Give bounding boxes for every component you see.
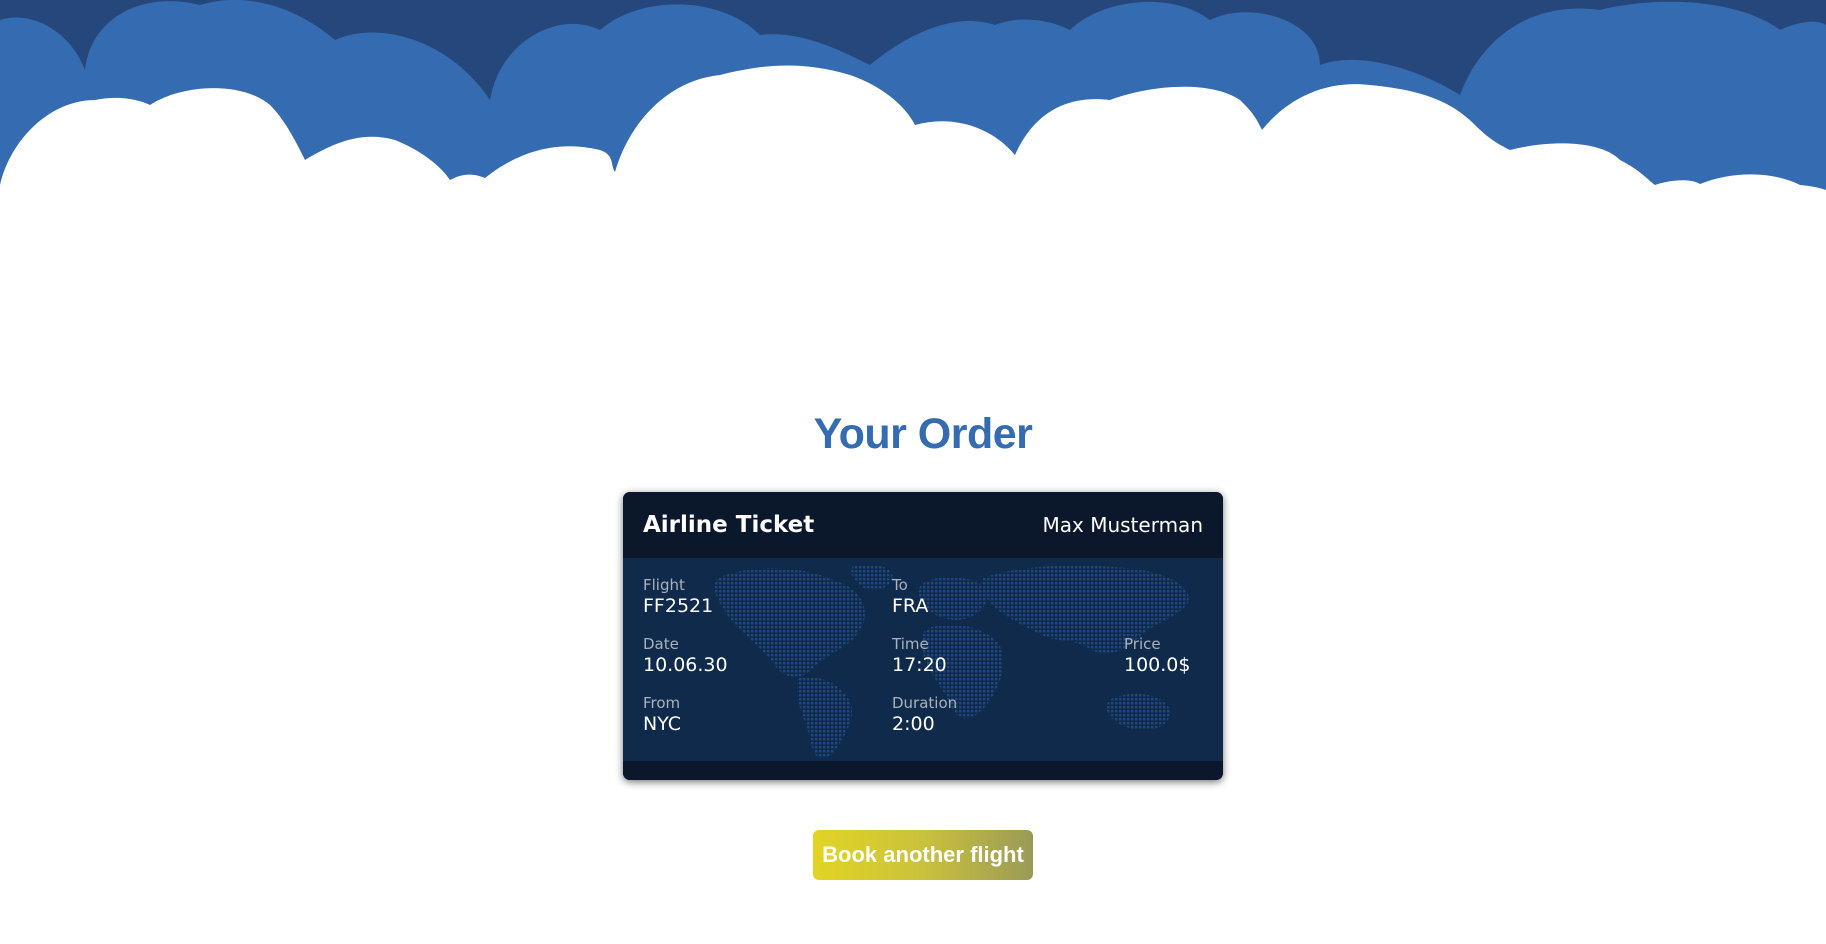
flight-value: FF2521 <box>643 595 714 617</box>
duration-field: Duration 2:00 <box>892 694 957 736</box>
from-field: From NYC <box>643 694 681 736</box>
book-another-flight-button[interactable]: Book another flight <box>813 830 1033 880</box>
date-label: Date <box>643 635 679 653</box>
duration-label: Duration <box>892 694 958 712</box>
page-title: Your Order <box>813 410 1033 458</box>
ticket-header: Airline Ticket Max Musterman <box>623 492 1223 558</box>
price-value: 100.0$ <box>1124 654 1191 676</box>
date-field: Date 10.06.30 <box>643 635 728 677</box>
from-label: From <box>643 694 681 712</box>
time-label: Time <box>892 635 929 653</box>
to-field: To FRA <box>892 576 928 618</box>
to-value: FRA <box>892 595 929 617</box>
price-field: Price 100.0$ <box>1124 635 1190 677</box>
from-value: NYC <box>643 713 682 735</box>
sky-clouds-banner <box>0 0 1826 220</box>
to-label: To <box>892 576 908 594</box>
date-value: 10.06.30 <box>643 654 728 676</box>
duration-value: 2:00 <box>892 713 935 735</box>
ticket-title: Airline Ticket <box>643 512 815 538</box>
airline-ticket-card: Airline Ticket Max Musterman Flight FF25… <box>623 492 1223 780</box>
flight-label: Flight <box>643 576 685 594</box>
flight-field: Flight FF2521 <box>643 576 713 618</box>
ticket-footer <box>623 761 1223 780</box>
time-value: 17:20 <box>892 654 947 676</box>
passenger-name: Max Musterman <box>1042 513 1204 537</box>
ticket-body: Flight FF2521 To FRA Date 10.06.30 Time … <box>623 558 1223 761</box>
price-label: Price <box>1124 635 1161 653</box>
order-page: Your Order Airline Ticket Max Musterman <box>0 0 1826 944</box>
time-field: Time 17:20 <box>892 635 947 677</box>
